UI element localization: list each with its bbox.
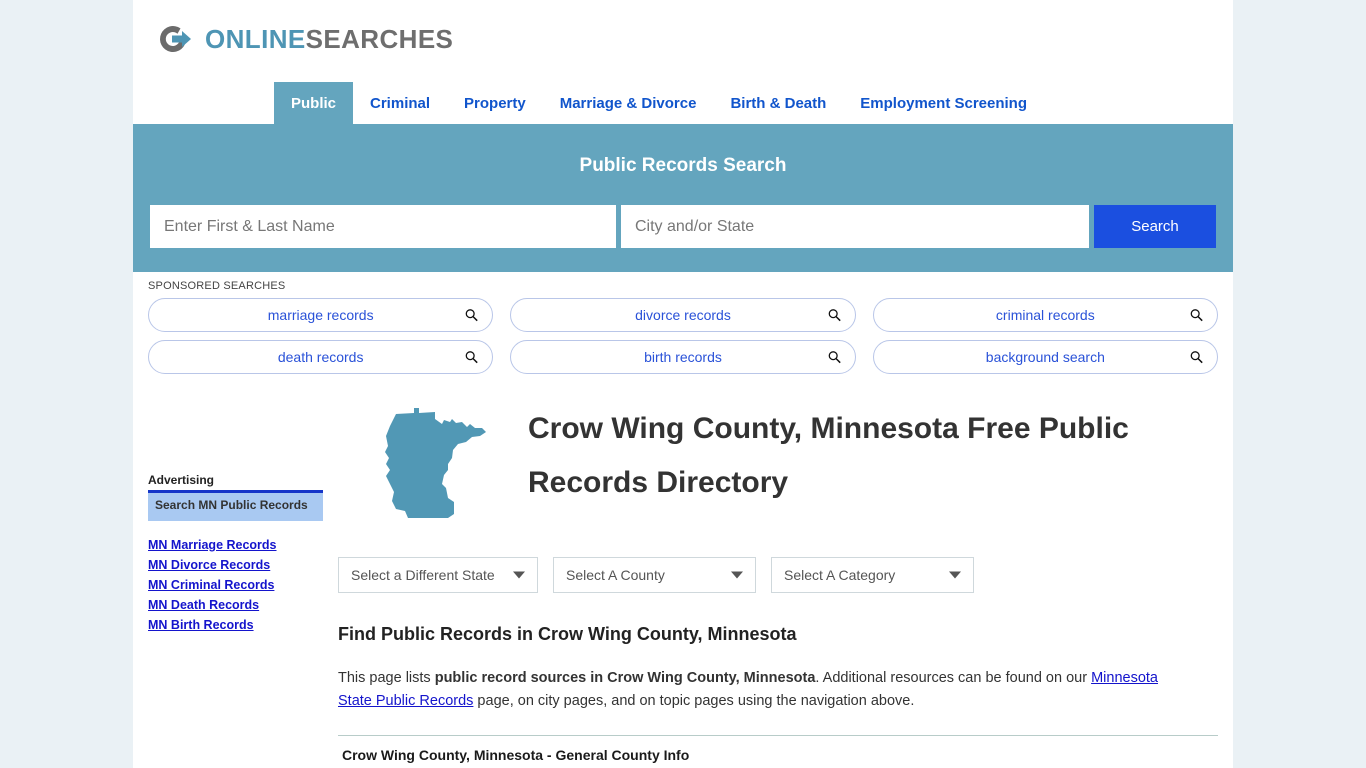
chevron-down-icon [731,571,743,579]
sidebar-link-mn-marriage-records[interactable]: MN Marriage Records [148,535,323,555]
nav-item-birth-death[interactable]: Birth & Death [713,82,843,124]
page-root: ONLINESEARCHES Public Criminal Property … [0,0,1366,768]
section-heading: Find Public Records in Crow Wing County,… [338,624,797,644]
sponsored-pill-divorce-records[interactable]: divorce records [510,298,856,332]
sponsored-pill-label: marriage records [267,307,374,323]
category-select[interactable]: Select A Category [771,557,974,593]
sidebar-link-mn-divorce-records[interactable]: MN Divorce Records [148,555,323,575]
nav-item-property[interactable]: Property [447,82,543,124]
sponsored-pill-label: background search [985,349,1105,365]
sponsored-pill-marriage-records[interactable]: marriage records [148,298,494,332]
page-body: Advertising Search MN Public Records MN … [133,380,1233,763]
logo-wordmark: ONLINESEARCHES [205,26,453,52]
main-content: Crow Wing County, Minnesota Free Public … [323,380,1218,763]
content-container: ONLINESEARCHES Public Criminal Property … [133,0,1233,768]
nav-item-public[interactable]: Public [274,82,354,124]
sponsored-pill-birth-records[interactable]: birth records [510,340,856,374]
sidebar-link-mn-criminal-records[interactable]: MN Criminal Records [148,575,323,595]
public-records-search-panel: Public Records Search Search [133,124,1233,272]
search-icon [828,309,841,322]
search-icon [465,351,479,364]
hero-title: Public Records Search [579,155,787,176]
site-logo[interactable]: ONLINESEARCHES [154,18,453,60]
sponsored-pill-death-records[interactable]: death records [148,340,494,374]
title-column: Crow Wing County, Minnesota Free Public … [528,394,1218,510]
sponsored-searches-label: SPONSORED SEARCHES [148,280,286,292]
sidebar-link-mn-birth-records[interactable]: MN Birth Records [148,615,323,635]
category-select-value: Select A Category [784,567,896,583]
nav-item-marriage-divorce[interactable]: Marriage & Divorce [543,82,714,124]
minnesota-state-outline-icon [374,408,492,530]
chevron-down-icon [949,571,961,579]
county-select[interactable]: Select A County [553,557,756,593]
table-row: Crow Wing County, Minnesota - General Co… [342,747,690,763]
sponsored-search-grid: marriage records divorce records crimina… [148,298,1218,374]
state-select[interactable]: Select a Different State [338,557,538,593]
state-select-value: Select a Different State [351,567,495,583]
search-icon [1190,351,1203,364]
sponsored-searches-section: SPONSORED SEARCHES marriage records divo… [133,272,1233,380]
logo-word-searches: SEARCHES [305,24,454,54]
left-sidebar: Advertising Search MN Public Records MN … [148,380,323,763]
sponsored-pill-background-search[interactable]: background search [872,340,1218,374]
sponsored-pill-label: birth records [644,349,722,365]
sidebar-link-mn-death-records[interactable]: MN Death Records [148,595,323,615]
location-search-input[interactable] [621,205,1089,248]
site-header: ONLINESEARCHES [133,0,1233,82]
sponsored-pill-label: death records [277,349,364,365]
sponsored-pill-criminal-records[interactable]: criminal records [872,298,1218,332]
intro-text-2: . Additional resources can be found on o… [815,670,1092,686]
page-title: Crow Wing County, Minnesota Free Public … [528,412,1129,499]
search-form: Search [149,205,1217,248]
county-select-value: Select A County [566,567,665,583]
sponsored-pill-label: criminal records [995,307,1095,323]
intro-text-3: page, on city pages, and on topic pages … [473,693,915,709]
intro-bold-phrase: public record sources in Crow Wing Count… [434,670,816,686]
name-search-input[interactable] [150,205,616,248]
search-icon [1190,309,1203,322]
circle-arrow-logo-icon [154,18,196,60]
search-button[interactable]: Search [1094,205,1216,248]
chevron-down-icon [513,571,525,579]
search-icon [465,309,479,322]
sponsored-pill-label: divorce records [635,307,731,323]
logo-word-online: ONLINE [205,24,306,54]
main-navigation: Public Criminal Property Marriage & Divo… [133,82,1233,124]
filter-selectors: Select a Different State Select A County… [338,557,1218,593]
nav-item-criminal[interactable]: Criminal [353,82,447,124]
sidebar-link-list: MN Marriage Records MN Divorce Records M… [148,535,323,635]
advertising-label: Advertising [148,473,215,487]
intro-text-1: This page lists [338,670,435,686]
ad-unit-search-mn-public-records[interactable]: Search MN Public Records [148,490,323,521]
state-map-container [338,394,528,531]
nav-item-employment-screening[interactable]: Employment Screening [843,82,1044,124]
intro-paragraph: This page lists public record sources in… [338,667,1183,713]
title-block: Crow Wing County, Minnesota Free Public … [338,394,1218,531]
search-icon [828,351,841,364]
